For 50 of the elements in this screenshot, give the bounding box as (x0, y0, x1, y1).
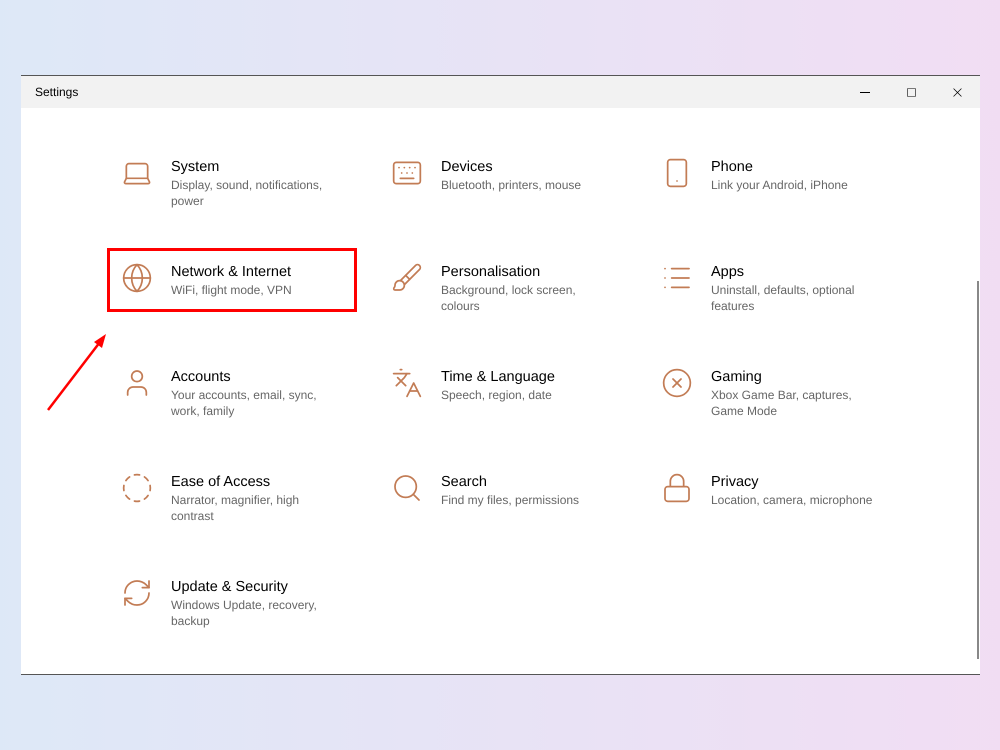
scrollbar[interactable] (977, 281, 979, 659)
category-description: Find my files, permissions (441, 492, 580, 508)
category-title: Privacy (711, 473, 760, 492)
category-description: Location, camera, microphone (711, 492, 874, 508)
category-title: Network & Internet (171, 263, 292, 282)
settings-category[interactable]: Time & Language Speech, region, date (377, 353, 627, 417)
maximize-icon (906, 86, 916, 98)
category-description: Display, sound, notifications, power (171, 177, 324, 209)
refresh-icon (121, 577, 153, 609)
category-title: Phone (711, 158, 754, 177)
paintbrush-icon (391, 262, 423, 294)
category-description: Bluetooth, printers, mouse (441, 177, 582, 193)
category-title: Apps (711, 263, 746, 282)
category-title: Search (441, 473, 488, 492)
category-title: Accounts (171, 368, 232, 387)
settings-category[interactable]: Personalisation Background, lock screen, colours (377, 248, 627, 328)
category-description: WiFi, flight mode, VPN (171, 282, 293, 298)
category-description: Xbox Game Bar, captures, Game Mode (711, 387, 853, 419)
category-description: Windows Update, recovery, backup (171, 597, 318, 629)
category-description: Speech, region, date (441, 387, 553, 403)
settings-category[interactable]: Update & Security Windows Update, recovery, backup (107, 563, 357, 643)
globe-icon (121, 262, 153, 294)
window-title: Settings (35, 84, 78, 101)
category-title: Personalisation (441, 263, 542, 282)
category-title: Gaming (711, 368, 763, 387)
category-description: Narrator, magnifier, high contrast (171, 492, 300, 524)
dashed-circle-icon (121, 472, 153, 504)
settings-category[interactable]: Privacy Location, camera, microphone (647, 458, 897, 522)
settings-category[interactable]: Ease of Access Narrator, magnifier, high contrast (107, 458, 357, 538)
category-title: Devices (441, 158, 494, 177)
settings-category[interactable]: Phone Link your Android, iPhone (647, 143, 897, 207)
settings-category[interactable]: System Display, sound, notifications, power (107, 143, 357, 223)
settings-category[interactable]: Devices Bluetooth, printers, mouse (377, 143, 627, 207)
category-title: System (171, 158, 220, 177)
category-title: Time & Language (441, 368, 556, 387)
category-description: Uninstall, defaults, optional features (711, 282, 856, 314)
settings-category[interactable]: Gaming Xbox Game Bar, captures, Game Mode (647, 353, 897, 433)
lock-icon (661, 472, 693, 504)
category-title: Update & Security (171, 578, 289, 597)
category-title: Ease of Access (171, 473, 272, 492)
settings-category[interactable]: Network & Internet WiFi, flight mode, VPN (107, 248, 357, 312)
settings-category[interactable]: Accounts Your accounts, email, sync, work, family (107, 353, 357, 433)
language-icon (391, 367, 423, 399)
circle-x-icon (661, 367, 693, 399)
settings-category[interactable]: Search Find my files, permissions (377, 458, 627, 522)
category-description: Background, lock screen, colours (441, 282, 577, 314)
category-description: Your accounts, email, sync, work, family (171, 387, 318, 419)
settings-category[interactable]: Apps Uninstall, defaults, optional features (647, 248, 897, 328)
search-icon (391, 472, 423, 504)
category-description: Link your Android, iPhone (711, 177, 849, 193)
